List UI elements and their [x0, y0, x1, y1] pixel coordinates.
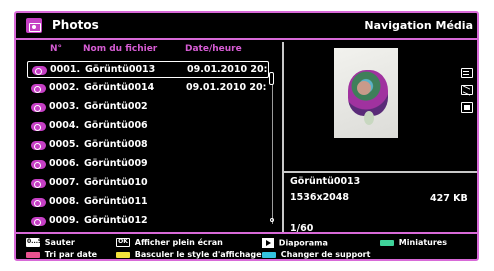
file-list: N° Nom du fichier Date/heure 0001. Görün…: [16, 42, 282, 232]
sort-label: Tri par date: [44, 250, 98, 259]
yellow-key-icon: [116, 251, 130, 258]
blue-key-icon: [262, 251, 276, 258]
image-file-icon: [31, 198, 46, 207]
file-name: Görüntü012: [84, 215, 148, 226]
context-title: Navigation Média: [364, 19, 473, 32]
list-item[interactable]: 0008. Görüntü011: [27, 194, 269, 211]
view-style-hint: Basculer le style d'affichage: [116, 250, 262, 259]
column-header-date: Date/heure: [185, 44, 242, 54]
image-file-icon: [31, 179, 46, 188]
column-headers: N° Nom du fichier Date/heure: [16, 42, 282, 58]
column-header-name: Nom du fichier: [83, 44, 158, 54]
image-file-icon: [32, 66, 47, 75]
image-file-icon: [31, 160, 46, 169]
file-number: 0003.: [49, 101, 80, 112]
page-title: Photos: [52, 18, 99, 32]
footer-legend: 0...9 Sauter OK Afficher plein écran Dia…: [16, 232, 477, 259]
preview-pane: Görüntü0013 1536x2048 427 KB 1/60: [284, 42, 477, 234]
image-file-icon: [31, 103, 46, 112]
shuffle-icon[interactable]: [461, 85, 473, 95]
column-header-number: N°: [50, 44, 63, 54]
file-number: 0007.: [49, 177, 80, 188]
file-number: 0005.: [49, 139, 80, 150]
image-file-icon: [31, 84, 46, 93]
file-number: 0002.: [49, 82, 80, 93]
green-key-icon: [380, 239, 394, 246]
info-divider: [284, 171, 477, 173]
file-size: 427 KB: [430, 193, 468, 204]
file-name: Görüntü006: [84, 120, 148, 131]
change-source-hint: Changer de support: [262, 250, 370, 259]
fullscreen-label: Afficher plein écran: [134, 238, 223, 247]
list-item[interactable]: 0001. Görüntü0013 09.01.2010 20:55:.: [27, 61, 269, 78]
play-icon: [262, 238, 274, 248]
header-bar: Photos Navigation Média: [16, 13, 477, 40]
image-file-icon: [31, 122, 46, 131]
list-item[interactable]: 0005. Görüntü008: [27, 137, 269, 154]
file-name: Görüntü008: [84, 139, 148, 150]
thumbnails-hint: Miniatures: [380, 238, 447, 247]
slideshow-hint: Diaporama: [262, 238, 328, 248]
file-name: Görüntü002: [84, 101, 148, 112]
sort-hint: Tri par date: [26, 250, 97, 259]
file-number: 0006.: [49, 158, 80, 169]
scrollbar-track[interactable]: [272, 72, 273, 224]
file-number: 0004.: [49, 120, 80, 131]
jump-label: Sauter: [44, 238, 75, 247]
list-item[interactable]: 0004. Görüntü006: [27, 118, 269, 135]
scrollbar-end: [270, 218, 274, 222]
list-item[interactable]: 0009. Görüntü012: [27, 213, 269, 230]
image-file-icon: [31, 217, 46, 226]
media-browser-window: Photos Navigation Média N° Nom du fichie…: [14, 11, 479, 261]
stop-icon[interactable]: [461, 102, 473, 113]
list-item[interactable]: 0007. Görüntü010: [27, 175, 269, 192]
fullscreen-hint: OK Afficher plein écran: [116, 238, 223, 247]
list-item[interactable]: 0002. Görüntü0014 09.01.2010 20:5...: [27, 80, 269, 97]
list-item[interactable]: 0006. Görüntü009: [27, 156, 269, 173]
slideshow-label: Diaporama: [278, 238, 328, 248]
fullscreen-icon[interactable]: [461, 68, 473, 78]
image-resolution: 1536x2048: [290, 192, 350, 203]
file-name: Görüntü009: [84, 158, 148, 169]
file-date: 09.01.2010 20:55:.: [187, 64, 267, 75]
thumbnails-label: Miniatures: [398, 238, 447, 247]
view-style-label: Basculer le style d'affichage: [134, 250, 262, 259]
ok-key-icon: OK: [116, 238, 130, 247]
file-name: Görüntü010: [84, 177, 148, 188]
file-name: Görüntü011: [84, 196, 148, 207]
list-item[interactable]: 0003. Görüntü002: [27, 99, 269, 116]
file-date: 09.01.2010 20:5...: [186, 82, 266, 93]
file-name: Görüntü0014: [84, 82, 155, 93]
red-key-icon: [26, 251, 40, 258]
photo-icon: [26, 18, 42, 33]
jump-hint: 0...9 Sauter: [26, 238, 75, 247]
main-area: N° Nom du fichier Date/heure 0001. Görün…: [16, 42, 477, 234]
photo-thumbnail: [334, 48, 398, 138]
number-keys-icon: 0...9: [26, 238, 43, 247]
image-file-icon: [31, 141, 46, 150]
file-name: Görüntü0013: [85, 64, 156, 75]
change-source-label: Changer de support: [280, 250, 371, 259]
file-number: 0008.: [49, 196, 80, 207]
file-number: 0009.: [49, 215, 80, 226]
selected-file-name: Görüntü0013: [290, 176, 361, 187]
file-number: 0001.: [50, 64, 81, 75]
scrollbar-thumb[interactable]: [269, 72, 274, 85]
